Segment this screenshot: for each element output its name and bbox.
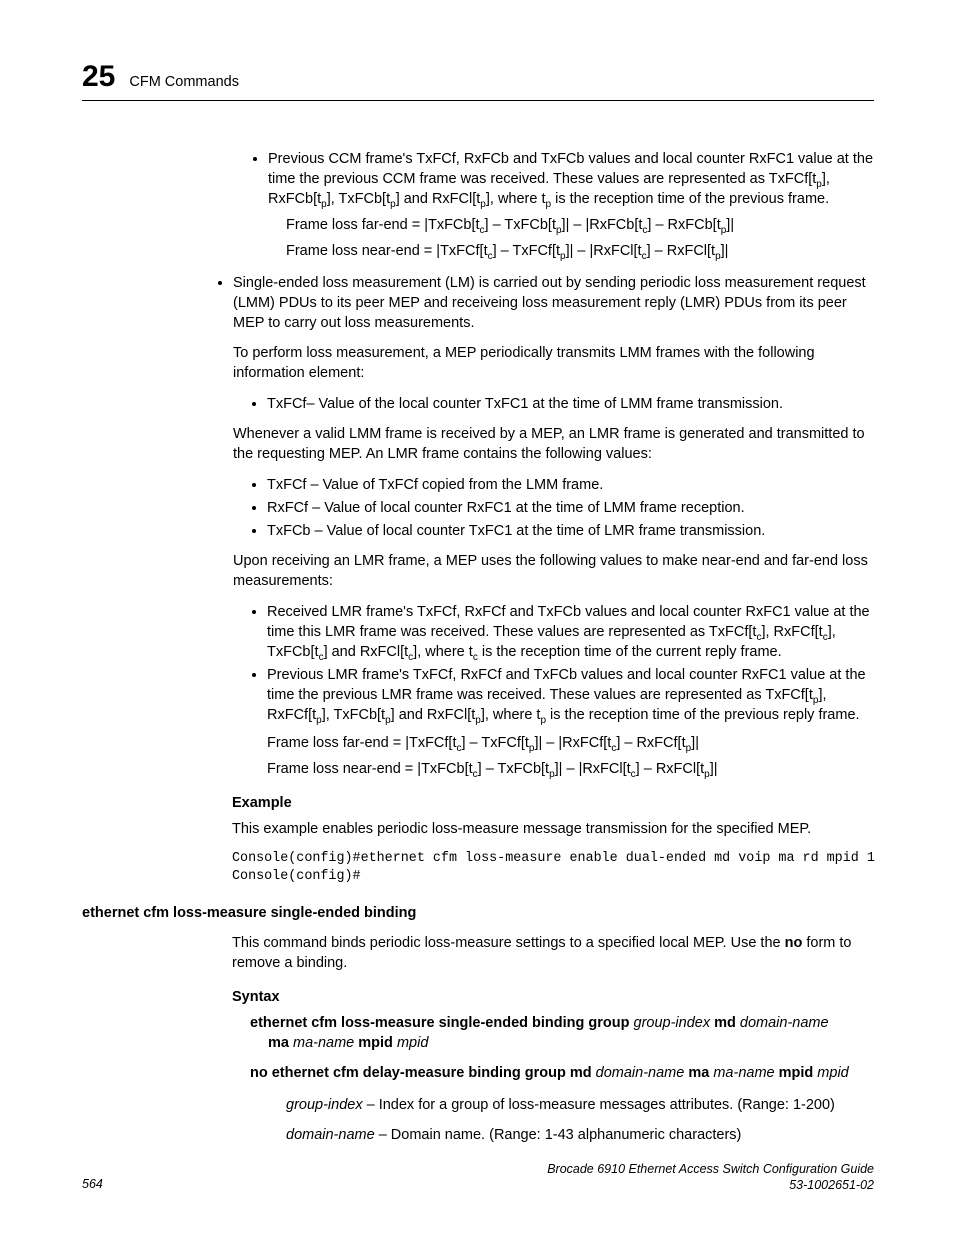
bullet-list: Single-ended loss measurement (LM) is ca… [215,273,874,779]
list-item: RxFCf – Value of local counter RxFC1 at … [267,498,874,518]
formula: Frame loss far-end = |TxFCf[tc] – TxFCf[… [267,733,874,753]
list-item: Previous CCM frame's TxFCf, RxFCb and Tx… [268,149,874,261]
command-title: ethernet cfm loss-measure single-ended b… [82,903,874,923]
list-item: Received LMR frame's TxFCf, RxFCf and Tx… [267,602,874,662]
command-body: This command binds periodic loss-measure… [232,933,874,1145]
paragraph: Upon receiving an LMR frame, a MEP uses … [233,551,874,591]
formula: Frame loss near-end = |TxFCb[tc] – TxFCb… [267,759,874,779]
page-number: 564 [82,1176,103,1193]
syntax-line: ethernet cfm loss-measure single-ended b… [250,1013,874,1033]
paragraph: To perform loss measurement, a MEP perio… [233,343,874,383]
example-text: This example enables periodic loss-measu… [232,819,874,839]
bullet-list: Received LMR frame's TxFCf, RxFCf and Tx… [233,602,874,779]
syntax-heading: Syntax [232,987,874,1007]
command-description: This command binds periodic loss-measure… [232,933,874,973]
list-item: Single-ended loss measurement (LM) is ca… [233,273,874,779]
bullet-list: TxFCf – Value of TxFCf copied from the L… [233,475,874,541]
bullet-list: Previous CCM frame's TxFCf, RxFCb and Tx… [250,149,874,261]
list-item: TxFCf – Value of TxFCf copied from the L… [267,475,874,495]
syntax-block: ethernet cfm loss-measure single-ended b… [250,1013,874,1145]
formula: Frame loss near-end = |TxFCf[tc] – TxFCf… [286,241,874,261]
paragraph: Whenever a valid LMM frame is received b… [233,424,874,464]
list-item: TxFCb – Value of local counter TxFC1 at … [267,521,874,541]
list-item: Previous LMR frame's TxFCf, RxFCf and Tx… [267,665,874,779]
chapter-title: CFM Commands [129,72,239,92]
page-header: 25 CFM Commands [82,56,874,101]
bullet-list: TxFCf– Value of the local counter TxFC1 … [233,394,874,414]
example-section: Example This example enables periodic lo… [232,793,874,886]
param-line: domain-name – Domain name. (Range: 1-43 … [286,1125,874,1145]
syntax-line: ma ma-name mpid mpid [268,1033,874,1053]
syntax-line: no ethernet cfm delay-measure binding gr… [250,1063,874,1083]
example-heading: Example [232,793,874,813]
param-line: group-index – Index for a group of loss-… [286,1095,874,1115]
chapter-number: 25 [82,56,115,97]
footer-right: Brocade 6910 Ethernet Access Switch Conf… [547,1161,874,1194]
list-item: TxFCf– Value of the local counter TxFC1 … [267,394,874,414]
formula: Frame loss far-end = |TxFCb[tc] – TxFCb[… [286,215,874,235]
code-block: Console(config)#ethernet cfm loss-measur… [232,850,874,886]
page-footer: 564 Brocade 6910 Ethernet Access Switch … [82,1161,874,1194]
